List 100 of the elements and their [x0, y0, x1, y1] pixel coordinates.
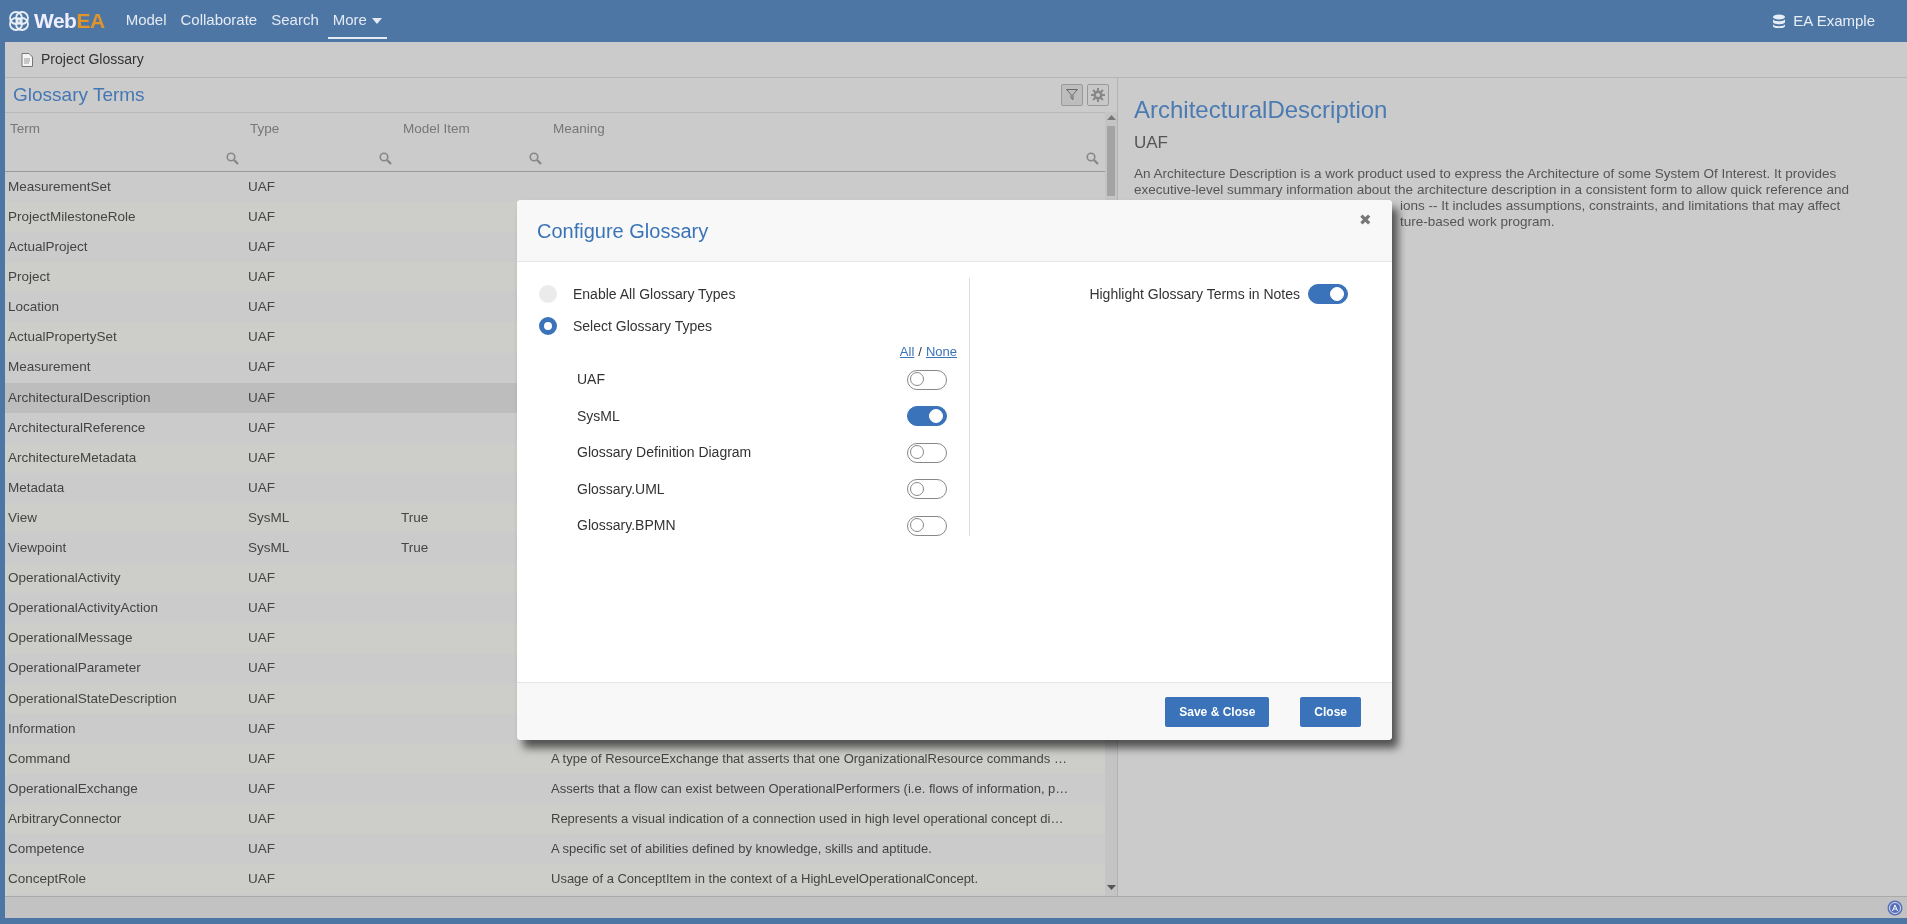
term-cell[interactable]: ArchitecturalDescription: [8, 389, 151, 405]
term-cell[interactable]: Information: [8, 720, 76, 736]
nav-link[interactable]: More: [327, 2, 387, 40]
model-item-cell: True: [401, 509, 429, 525]
term-cell[interactable]: MeasurementSet: [8, 178, 111, 194]
term-cell[interactable]: ProjectMilestoneRole: [8, 209, 136, 224]
type-cell: UAF: [248, 630, 275, 646]
type-cell: UAF: [248, 178, 275, 194]
type-cell: UAF: [248, 690, 275, 706]
nav-link[interactable]: Search: [266, 2, 324, 40]
type-cell: UAF: [248, 871, 275, 887]
term-cell[interactable]: View: [8, 509, 38, 525]
nav-link[interactable]: Collaborate: [175, 2, 263, 40]
type-cell: UAF: [248, 780, 275, 796]
settings-button[interactable]: [1087, 84, 1109, 106]
term-cell[interactable]: OperationalParameter: [8, 660, 141, 676]
detail-title: ArchitecturalDescription: [1134, 95, 1389, 125]
meaning-cell: A type of ResourceExchange that asserts that one OrganizationalResource commands …: [551, 750, 1067, 766]
term-cell[interactable]: OperationalActivityAction: [8, 600, 159, 616]
type-cell: UAF: [248, 841, 275, 856]
term-cell[interactable]: OperationalMessage: [8, 630, 133, 646]
toggle-switch[interactable]: [907, 369, 947, 390]
type-label: Glossary Definition Diagram: [577, 443, 752, 463]
description-text: executive-level summary information about the architecture description in a consistent form to allow quick reference and: [1134, 181, 1850, 197]
close-button[interactable]: ✖: [1359, 209, 1372, 232]
term-cell[interactable]: ActualProject: [8, 239, 88, 255]
toggle-switch[interactable]: [1308, 284, 1348, 304]
term-cell[interactable]: ConceptRole: [8, 871, 87, 887]
document-icon: [21, 52, 33, 67]
type-cell: UAF: [248, 660, 275, 676]
term-cell[interactable]: ArchitectureMetadata: [8, 449, 137, 465]
meaning-cell: A specific set of abilities defined by knowledge, skills and aptitude.: [551, 841, 932, 856]
search-icon: [226, 151, 239, 165]
type-cell: UAF: [248, 419, 275, 435]
scroll-down-icon[interactable]: [1107, 885, 1116, 890]
term-cell[interactable]: Competence: [8, 841, 85, 856]
term-cell[interactable]: OperationalStateDescription: [8, 690, 177, 706]
highlight-label[interactable]: Highlight Glossary Terms in Notes: [1089, 283, 1300, 305]
type-cell: UAF: [248, 479, 275, 495]
type-cell: UAF: [248, 359, 275, 375]
term-cell[interactable]: Measurement: [8, 359, 91, 375]
type-cell: UAF: [248, 389, 275, 405]
search-icon: [1086, 151, 1099, 165]
search-icon: [379, 151, 392, 165]
settings-icon: [1091, 88, 1105, 102]
toggle-switch[interactable]: [907, 515, 947, 536]
filter-icon: [1066, 89, 1078, 101]
toggle-switch[interactable]: [907, 442, 947, 463]
search-icon: [529, 151, 542, 165]
type-cell: UAF: [248, 329, 275, 345]
meaning-cell: Represents a visual indication of a connection used in high level operational concept di…: [551, 810, 1064, 826]
description-text: An Architecture Description is a work product used to express the Architecture of some System Of Interest. It provides: [1134, 165, 1837, 181]
detail-subtitle: UAF: [1134, 133, 1168, 152]
scroll-up-icon[interactable]: [1107, 115, 1116, 120]
term-cell[interactable]: OperationalExchange: [8, 780, 138, 796]
type-cell: UAF: [248, 750, 275, 766]
term-cell[interactable]: ArchitecturalReference: [8, 419, 146, 435]
close-button[interactable]: Close: [1300, 696, 1361, 727]
logo-icon: [8, 10, 30, 32]
type-label: Glossary.BPMN: [577, 516, 676, 536]
description-text: ions -- It includes assumptions, constraints, and limitations that may affect: [1400, 197, 1841, 213]
model-item-cell: True: [401, 540, 429, 556]
term-cell[interactable]: Metadata: [8, 479, 65, 495]
term-cell[interactable]: Location: [8, 299, 60, 315]
separator-text: /: [918, 343, 922, 361]
term-cell[interactable]: ArbitraryConnector: [8, 810, 122, 826]
nav-link[interactable]: Model: [120, 2, 172, 40]
none-link[interactable]: None: [925, 342, 957, 362]
save-button[interactable]: Save & Close: [1165, 696, 1270, 727]
panel-title: Glossary Terms: [13, 82, 146, 107]
type-cell: UAF: [248, 299, 275, 315]
scroll-thumb[interactable]: [1107, 126, 1115, 196]
type-cell: UAF: [248, 209, 275, 224]
term-cell[interactable]: Viewpoint: [8, 540, 67, 556]
term-cell[interactable]: OperationalActivity: [8, 570, 121, 586]
database-icon: [1773, 14, 1786, 28]
accessibility-icon[interactable]: [1887, 899, 1903, 916]
breadcrumb-title: Project Glossary: [41, 50, 144, 69]
type-cell: UAF: [248, 570, 275, 586]
type-cell: UAF: [248, 720, 275, 736]
filter-button[interactable]: [1061, 84, 1083, 106]
meaning-cell: Usage of a ConceptItem in the context of a HighLevelOperationalConcept.: [551, 871, 979, 887]
type-cell: UAF: [248, 810, 275, 826]
option-label[interactable]: Enable All Glossary Types: [573, 283, 736, 305]
type-label: UAF: [577, 370, 605, 390]
type-cell: SysML: [248, 540, 290, 556]
radio-button[interactable]: [539, 317, 557, 335]
option-label[interactable]: Select Glossary Types: [573, 315, 713, 337]
logo-text: WebEA: [34, 8, 105, 35]
type-cell: SysML: [248, 509, 290, 525]
all-link[interactable]: All: [899, 342, 915, 362]
term-cell[interactable]: Project: [8, 269, 51, 285]
type-cell: UAF: [248, 449, 275, 465]
meaning-cell: Asserts that a flow can exist between OperationalPerformers (i.e. flows of information, p…: [551, 780, 1069, 796]
term-cell[interactable]: Command: [8, 750, 71, 766]
description-text: ture-based work program.: [1400, 213, 1555, 229]
model-name[interactable]: EA Example: [1793, 9, 1875, 33]
term-cell[interactable]: ActualPropertySet: [8, 329, 117, 345]
toggle-switch[interactable]: [907, 406, 947, 427]
toggle-switch[interactable]: [907, 479, 947, 500]
